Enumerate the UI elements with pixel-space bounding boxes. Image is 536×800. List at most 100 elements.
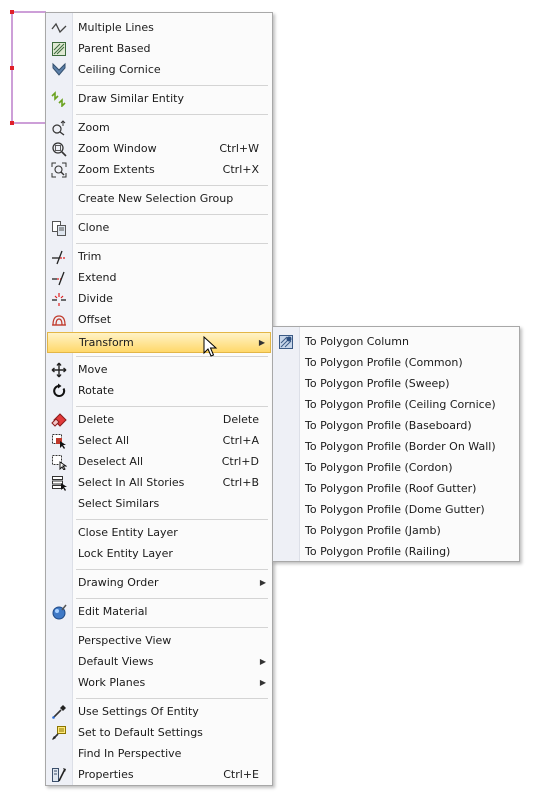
menu-item-transform[interactable]: Transform ▶ (47, 332, 271, 353)
menu-item-label: To Polygon Profile (Jamb) (305, 524, 441, 537)
menu-item-label: Rotate (78, 384, 115, 397)
rotate-icon (51, 383, 67, 399)
polygon-column-icon (278, 334, 294, 350)
submenu-item-polygon-profile-jamb[interactable]: To Polygon Profile (Jamb) (274, 520, 518, 541)
menu-separator (76, 519, 268, 520)
multiple-lines-icon (51, 20, 67, 36)
menu-item-shortcut: Ctrl+D (221, 455, 259, 468)
menu-item-set-to-default-settings[interactable]: Set to Default Settings (47, 722, 271, 743)
menu-item-label: Extend (78, 271, 117, 284)
menu-item-label: To Polygon Profile (Common) (305, 356, 463, 369)
menu-item-zoom-window[interactable]: Zoom Window Ctrl+W (47, 138, 271, 159)
menu-item-create-selection-group[interactable]: Create New Selection Group (47, 188, 271, 209)
submenu-item-polygon-profile-sweep[interactable]: To Polygon Profile (Sweep) (274, 373, 518, 394)
submenu-item-polygon-profile-border-on-wall[interactable]: To Polygon Profile (Border On Wall) (274, 436, 518, 457)
menu-item-edit-material[interactable]: Edit Material (47, 601, 271, 622)
menu-item-shortcut: Ctrl+B (222, 476, 259, 489)
menu-item-rotate[interactable]: Rotate (47, 380, 271, 401)
menu-item-label: Offset (78, 313, 112, 326)
menu-item-offset[interactable]: Offset (47, 309, 271, 330)
menu-item-shortcut: Ctrl+E (223, 768, 259, 781)
edit-material-icon (51, 604, 67, 620)
menu-item-drawing-order[interactable]: Drawing Order ▶ (47, 572, 271, 593)
submenu-item-polygon-profile-railing[interactable]: To Polygon Profile (Railing) (274, 541, 518, 562)
menu-item-perspective-view[interactable]: Perspective View (47, 630, 271, 651)
menu-item-label: To Polygon Profile (Border On Wall) (305, 440, 496, 453)
submenu-item-polygon-profile-roof-gutter[interactable]: To Polygon Profile (Roof Gutter) (274, 478, 518, 499)
menu-item-lock-entity-layer[interactable]: Lock Entity Layer (47, 543, 271, 564)
menu-item-delete[interactable]: Delete Delete (47, 409, 271, 430)
menu-item-zoom[interactable]: Zoom (47, 117, 271, 138)
menu-item-shortcut: Delete (222, 413, 259, 426)
submenu-arrow-icon: ▶ (259, 657, 266, 666)
deselect-all-icon (51, 454, 67, 470)
submenu-item-polygon-column[interactable]: To Polygon Column (274, 331, 518, 352)
default-settings-icon (51, 725, 67, 741)
menu-item-work-planes[interactable]: Work Planes ▶ (47, 672, 271, 693)
menu-item-shortcut: Ctrl+X (222, 163, 259, 176)
menu-item-label: Drawing Order (78, 576, 159, 589)
menu-item-label: Select All (78, 434, 130, 447)
menu-item-label: To Polygon Profile (Cordon) (305, 461, 453, 474)
zoom-window-icon (51, 141, 67, 157)
submenu-item-polygon-profile-dome-gutter[interactable]: To Polygon Profile (Dome Gutter) (274, 499, 518, 520)
menu-separator (76, 214, 268, 215)
menu-item-deselect-all[interactable]: Deselect All Ctrl+D (47, 451, 271, 472)
menu-item-draw-similar-entity[interactable]: Draw Similar Entity (47, 88, 271, 109)
menu-item-label: Zoom Extents (78, 163, 155, 176)
properties-icon (51, 767, 67, 783)
menu-item-label: Default Views (78, 655, 154, 668)
ceiling-cornice-icon (51, 62, 67, 78)
menu-item-select-similars[interactable]: Select Similars (47, 493, 271, 514)
menu-item-use-settings-of-entity[interactable]: Use Settings Of Entity (47, 701, 271, 722)
menu-item-select-all[interactable]: Select All Ctrl+A (47, 430, 271, 451)
menu-item-clone[interactable]: Clone (47, 217, 271, 238)
menu-item-label: Transform (79, 336, 134, 349)
menu-item-parent-based[interactable]: Parent Based (47, 38, 271, 59)
pipette-icon (51, 704, 67, 720)
submenu-item-polygon-profile-baseboard[interactable]: To Polygon Profile (Baseboard) (274, 415, 518, 436)
grip-point[interactable] (10, 66, 14, 70)
menu-item-label: Find In Perspective (78, 747, 182, 760)
menu-item-label: To Polygon Profile (Ceiling Cornice) (305, 398, 496, 411)
menu-item-multiple-lines[interactable]: Multiple Lines (47, 17, 271, 38)
offset-icon (51, 312, 67, 328)
mouse-cursor-icon (203, 336, 218, 357)
menu-item-properties[interactable]: Properties Ctrl+E (47, 764, 271, 785)
menu-item-divide[interactable]: Divide (47, 288, 271, 309)
menu-item-extend[interactable]: Extend (47, 267, 271, 288)
submenu-item-polygon-profile-common[interactable]: To Polygon Profile (Common) (274, 352, 518, 373)
clone-icon (51, 220, 67, 236)
menu-item-ceiling-cornice[interactable]: Ceiling Cornice (47, 59, 271, 80)
submenu-arrow-icon: ▶ (259, 578, 266, 587)
menu-item-close-entity-layer[interactable]: Close Entity Layer (47, 522, 271, 543)
menu-item-label: Edit Material (78, 605, 148, 618)
zoom-icon (51, 120, 67, 136)
select-stories-icon (51, 475, 67, 491)
menu-item-label: To Polygon Profile (Sweep) (305, 377, 450, 390)
menu-item-label: To Polygon Profile (Railing) (305, 545, 451, 558)
menu-item-label: Create New Selection Group (78, 192, 234, 205)
menu-item-move[interactable]: Move (47, 359, 271, 380)
menu-item-label: Lock Entity Layer (78, 547, 173, 560)
menu-item-shortcut: Ctrl+A (222, 434, 259, 447)
menu-separator (76, 114, 268, 115)
menu-item-label: Zoom (78, 121, 110, 134)
grip-point[interactable] (10, 121, 14, 125)
eraser-icon (51, 412, 67, 428)
submenu-item-polygon-profile-ceiling-cornice[interactable]: To Polygon Profile (Ceiling Cornice) (274, 394, 518, 415)
menu-item-label: Delete (78, 413, 115, 426)
menu-item-label: Draw Similar Entity (78, 92, 184, 105)
menu-item-label: Move (78, 363, 108, 376)
grip-point[interactable] (10, 10, 14, 14)
submenu-arrow-icon: ▶ (259, 678, 266, 687)
menu-item-find-in-perspective[interactable]: Find In Perspective (47, 743, 271, 764)
menu-item-label: To Polygon Column (305, 335, 409, 348)
menu-item-default-views[interactable]: Default Views ▶ (47, 651, 271, 672)
menu-item-trim[interactable]: Trim (47, 246, 271, 267)
menu-separator (76, 598, 268, 599)
submenu-item-polygon-profile-cordon[interactable]: To Polygon Profile (Cordon) (274, 457, 518, 478)
menu-item-select-in-all-stories[interactable]: Select In All Stories Ctrl+B (47, 472, 271, 493)
move-icon (51, 362, 67, 378)
menu-item-zoom-extents[interactable]: Zoom Extents Ctrl+X (47, 159, 271, 180)
